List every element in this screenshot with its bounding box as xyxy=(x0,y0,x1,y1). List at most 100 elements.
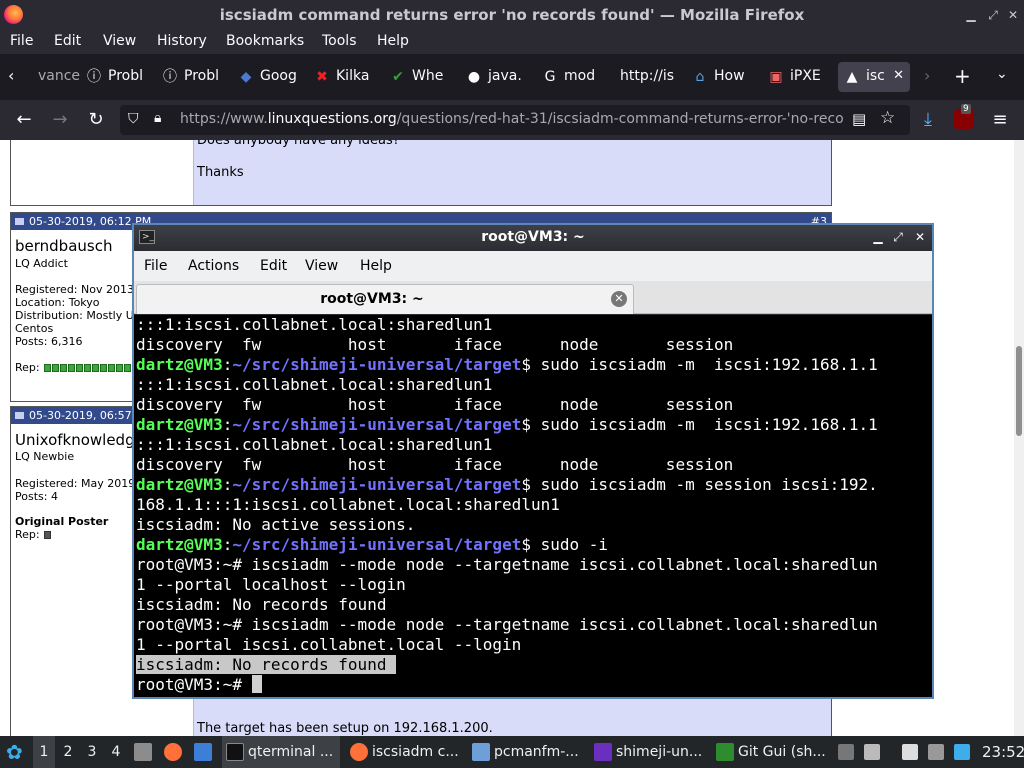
github-icon: ● xyxy=(467,69,481,85)
terminal-tab[interactable]: root@VM3: ~ ✕ xyxy=(136,284,634,314)
desktop-icon xyxy=(194,743,212,761)
terminal-prompt-line: dartz@VM3:~/src/shimeji-universal/target… xyxy=(136,355,878,374)
reader-view-icon[interactable]: ▤ xyxy=(852,110,866,128)
close-tab-icon[interactable]: ✕ xyxy=(893,68,904,83)
tab-3[interactable]: ⓘ Probl xyxy=(156,62,232,92)
task-qterminal[interactable]: qterminal ... xyxy=(222,736,340,768)
rep-icon xyxy=(44,364,52,372)
minimize-icon[interactable]: ▁ xyxy=(870,229,886,245)
menu-help[interactable]: Help xyxy=(360,258,392,274)
menu-history[interactable]: History xyxy=(157,33,207,49)
post-3-text: The target has been setup on 192.168.1.2… xyxy=(197,721,493,736)
post-1-sidebar xyxy=(11,140,194,205)
hamburger-menu-icon[interactable]: ≡ xyxy=(988,109,1012,131)
page-scrollbar[interactable] xyxy=(1014,140,1024,736)
menu-view[interactable]: View xyxy=(305,258,338,274)
terminal-tab-bar: root@VM3: ~ ✕ xyxy=(134,281,932,314)
tab-9[interactable]: http://is xyxy=(592,62,674,92)
workspace-4[interactable]: 4 xyxy=(105,736,127,768)
menu-edit[interactable]: Edit xyxy=(260,258,287,274)
post-3-registered: Registered: May 2019 xyxy=(15,477,136,490)
url-bar[interactable]: ⛉ 🔒︎ https://www.linuxquestions.org/ques… xyxy=(120,105,910,135)
post-3-username[interactable]: Unixofknowledge xyxy=(15,431,144,449)
workspace-1[interactable]: 1 xyxy=(33,736,55,768)
firefox-tab-strip: ‹ vance ⓘ Probl ⓘ Probl ◆ Goog ✖ Kilka ✔… xyxy=(0,54,1024,100)
network-icon[interactable] xyxy=(928,744,944,760)
clipboard-icon[interactable] xyxy=(902,744,918,760)
rep-icon xyxy=(124,364,132,372)
folder-icon xyxy=(134,743,152,761)
bookmark-star-icon[interactable]: ☆ xyxy=(880,108,895,128)
tab-active[interactable]: ▲ isc ✕ xyxy=(838,62,910,92)
terminal-line: 1 --portal iscsi.collabnet.local --login xyxy=(136,635,522,654)
firefox-title-bar: iscsiadm command returns error 'no recor… xyxy=(0,0,1024,30)
firefox-launcher[interactable] xyxy=(164,736,186,768)
folder-icon xyxy=(472,743,490,761)
terminal-output[interactable]: :::1:iscsi.collabnet.local:sharedlun1 di… xyxy=(134,315,932,697)
start-menu-icon[interactable]: ✿ xyxy=(6,736,23,768)
file-manager-launcher[interactable] xyxy=(134,736,156,768)
rep-icon xyxy=(100,364,108,372)
new-tab-icon[interactable]: + xyxy=(954,64,971,88)
task-git-gui[interactable]: Git Gui (sh... xyxy=(712,736,830,768)
tab-10[interactable]: ⌂ How xyxy=(686,62,762,92)
ide-icon xyxy=(594,743,612,761)
tab-11[interactable]: ▣ iPXE xyxy=(762,62,838,92)
menu-edit[interactable]: Edit xyxy=(54,33,81,49)
google-icon: G xyxy=(544,69,556,85)
menu-file[interactable]: File xyxy=(144,258,167,274)
tray-grip-icon xyxy=(838,744,854,760)
post-2-username[interactable]: berndbausch xyxy=(15,237,112,255)
show-desktop-launcher[interactable] xyxy=(194,736,216,768)
lock-icon[interactable]: 🔒︎ xyxy=(154,110,161,126)
tab-1[interactable]: vance xyxy=(10,62,86,92)
back-icon[interactable]: ← xyxy=(12,109,36,131)
list-tabs-icon[interactable]: ⌄ xyxy=(996,66,1008,82)
terminal-line: :::1:iscsi.collabnet.local:sharedlun1 xyxy=(136,375,493,394)
close-tab-icon[interactable]: ✕ xyxy=(611,291,627,307)
close-icon[interactable]: ✕ xyxy=(1004,6,1022,24)
tabs-scroll-right-icon[interactable]: › xyxy=(924,66,930,85)
menu-bookmarks[interactable]: Bookmarks xyxy=(226,33,304,49)
minimize-icon[interactable]: ▁ xyxy=(962,6,980,24)
maximize-icon[interactable]: ⤢ xyxy=(890,229,906,245)
terminal-line: discovery fw host iface node session xyxy=(136,395,734,414)
download-icon[interactable]: ⤓ xyxy=(916,109,940,131)
reload-icon[interactable]: ↻ xyxy=(84,109,108,131)
info-icon: ⓘ xyxy=(163,69,177,85)
forward-icon[interactable]: → xyxy=(48,109,72,131)
restore-icon[interactable]: ⤢ xyxy=(984,6,1002,24)
shield-icon[interactable]: ⛉ xyxy=(128,111,139,127)
tab-4[interactable]: ◆ Goog xyxy=(232,62,308,92)
leaf-icon: ✔ xyxy=(392,69,404,85)
post-1: Does anybody have any ideas? Thanks xyxy=(10,140,832,206)
terminal-title-bar[interactable]: >_ root@VM3: ~ ▁ ⤢ ✕ xyxy=(134,225,932,251)
tab-5[interactable]: ✖ Kilka xyxy=(308,62,384,92)
menu-view[interactable]: View xyxy=(103,33,136,49)
post-2-user-title: LQ Addict xyxy=(15,257,68,270)
menu-help[interactable]: Help xyxy=(377,33,409,49)
tab-7[interactable]: ● java. xyxy=(460,62,536,92)
task-shimeji[interactable]: shimeji-un... xyxy=(590,736,708,768)
rep-icon xyxy=(84,364,92,372)
url-text[interactable]: https://www.linuxquestions.org/questions… xyxy=(180,111,845,127)
workspace-2[interactable]: 2 xyxy=(57,736,79,768)
clock[interactable]: 23:52 xyxy=(982,736,1024,768)
tab-2[interactable]: ⓘ Probl xyxy=(80,62,156,92)
post-icon xyxy=(15,412,24,419)
task-pcmanfm[interactable]: pcmanfm-... xyxy=(468,736,586,768)
volume-icon[interactable] xyxy=(864,744,880,760)
tab-6[interactable]: ✔ Whe xyxy=(384,62,460,92)
git-icon xyxy=(716,743,734,761)
menu-tools[interactable]: Tools xyxy=(322,33,357,49)
rep-icon xyxy=(76,364,84,372)
task-firefox[interactable]: iscsiadm c... xyxy=(346,736,464,768)
workspace-3[interactable]: 3 xyxy=(81,736,103,768)
terminal-prompt-line: dartz@VM3:~/src/shimeji-universal/target… xyxy=(136,535,609,554)
menu-actions[interactable]: Actions xyxy=(188,258,239,274)
menu-file[interactable]: File xyxy=(10,33,33,49)
close-icon[interactable]: ✕ xyxy=(912,229,928,245)
scrollbar-thumb[interactable] xyxy=(1016,346,1022,436)
bluetooth-icon[interactable] xyxy=(954,744,970,760)
post-2-distribution: Distribution: Mostly Ubu xyxy=(15,309,135,322)
